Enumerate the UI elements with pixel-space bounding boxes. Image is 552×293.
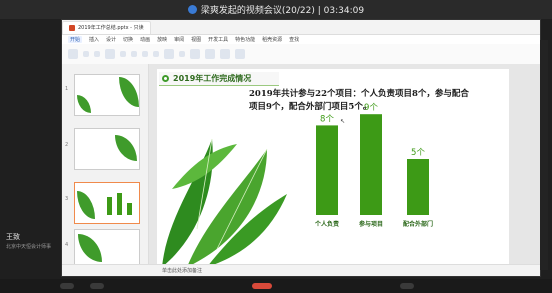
leaf-icon <box>77 191 95 219</box>
menu-review[interactable]: 审阅 <box>174 36 184 43</box>
cut-icon[interactable] <box>83 51 89 57</box>
wps-menubar: 开始 插入 设计 切换 动画 放映 审阅 视图 开发工具 特色功能 稻壳资源 查… <box>62 35 540 44</box>
arrange-icon[interactable] <box>220 49 230 59</box>
bar-2 <box>360 114 382 215</box>
document-tab-label: 2019年工作总结.pptx - 只读 <box>78 25 144 31</box>
notes-placeholder: 单击此处添加备注 <box>162 268 203 274</box>
slide-thumbnail-pane: 1 2 3 4 <box>62 64 149 271</box>
thumb-number: 2 <box>65 142 69 148</box>
mute-button[interactable] <box>60 283 74 289</box>
video-button[interactable] <box>90 283 104 289</box>
current-slide[interactable]: 2019年工作完成情况 2019年共计参与22个项目：个人负责项目8个，参与配合… <box>157 69 509 267</box>
leaf-icon <box>77 95 91 113</box>
paste-icon[interactable] <box>68 49 78 59</box>
menu-developer[interactable]: 开发工具 <box>208 36 228 43</box>
leaf-icon <box>78 234 102 262</box>
thumb-number: 4 <box>65 242 69 248</box>
bar-chart: 8个个人负责 9个参与项目 5个配合外部门 <box>314 103 433 228</box>
leaf-icon <box>119 77 139 107</box>
bold-icon[interactable] <box>131 51 137 57</box>
meeting-title-bar: 梁爽发起的视频会议(20/22) | 03:34:09 <box>0 0 552 19</box>
menu-insert[interactable]: 插入 <box>89 36 99 43</box>
data-label-3: 5个 <box>411 148 425 158</box>
slide-thumbnail[interactable] <box>74 128 140 170</box>
lock-icon <box>187 5 197 14</box>
italic-icon[interactable] <box>142 51 148 57</box>
notes-bar[interactable]: 单击此处添加备注 <box>62 264 540 276</box>
data-label-1: 8个 <box>320 114 334 124</box>
textbox-icon[interactable] <box>190 49 200 59</box>
participant-name: 王致 <box>6 233 20 241</box>
slide-thumbnail[interactable] <box>74 74 140 116</box>
wps-tabbar: 2019年工作总结.pptx - 只读 <box>62 20 540 35</box>
meeting-controls <box>0 279 552 293</box>
end-call-button[interactable] <box>252 283 272 289</box>
menu-animation[interactable]: 动画 <box>140 36 150 43</box>
ribbon-toolbar <box>62 44 540 65</box>
menu-features[interactable]: 特色功能 <box>235 36 255 43</box>
shape-icon[interactable] <box>205 49 215 59</box>
find-icon[interactable] <box>235 49 245 59</box>
participant-label: 王致 北京中天恒会计师事 <box>6 232 51 252</box>
menu-transition[interactable]: 切换 <box>123 36 133 43</box>
shared-screen: 2019年工作总结.pptx - 只读 开始 插入 设计 切换 动画 放映 审阅… <box>62 20 540 276</box>
slide-thumbnail-selected[interactable] <box>74 182 140 224</box>
meeting-title: 梁爽发起的视频会议(20/22) | 03:34:09 <box>200 6 365 16</box>
copy-icon[interactable] <box>94 51 100 57</box>
category-label-3: 配合外部门 <box>403 220 433 228</box>
menu-home[interactable]: 开始 <box>68 36 83 43</box>
data-label-2: 9个 <box>364 103 378 113</box>
align-icon[interactable] <box>179 51 185 57</box>
menu-search[interactable]: 查找 <box>289 36 299 43</box>
participants-button[interactable] <box>400 283 414 289</box>
meeting-side-strip <box>540 40 548 270</box>
category-label-2: 参与项目 <box>358 220 383 228</box>
menu-docer[interactable]: 稻壳资源 <box>262 36 282 43</box>
menu-design[interactable]: 设计 <box>106 36 116 43</box>
bar-3 <box>407 159 429 215</box>
menu-slideshow[interactable]: 放映 <box>157 36 167 43</box>
underline-icon[interactable] <box>153 51 159 57</box>
menu-view[interactable]: 视图 <box>191 36 201 43</box>
thumb-number: 3 <box>65 196 69 202</box>
leaf-icon <box>115 135 137 161</box>
document-tab[interactable]: 2019年工作总结.pptx - 只读 <box>62 20 151 34</box>
slide-canvas: 2019年工作完成情况 2019年共计参与22个项目：个人负责项目8个，参与配合… <box>149 64 540 267</box>
category-label-1: 个人负责 <box>314 220 339 228</box>
participant-org: 北京中天恒会计师事 <box>6 244 52 250</box>
pptx-icon <box>69 24 75 31</box>
new-slide-icon[interactable] <box>105 49 115 59</box>
layout-icon[interactable] <box>120 51 126 57</box>
font-color-icon[interactable] <box>164 49 174 59</box>
bar-1 <box>316 125 338 215</box>
thumb-number: 1 <box>65 86 69 92</box>
